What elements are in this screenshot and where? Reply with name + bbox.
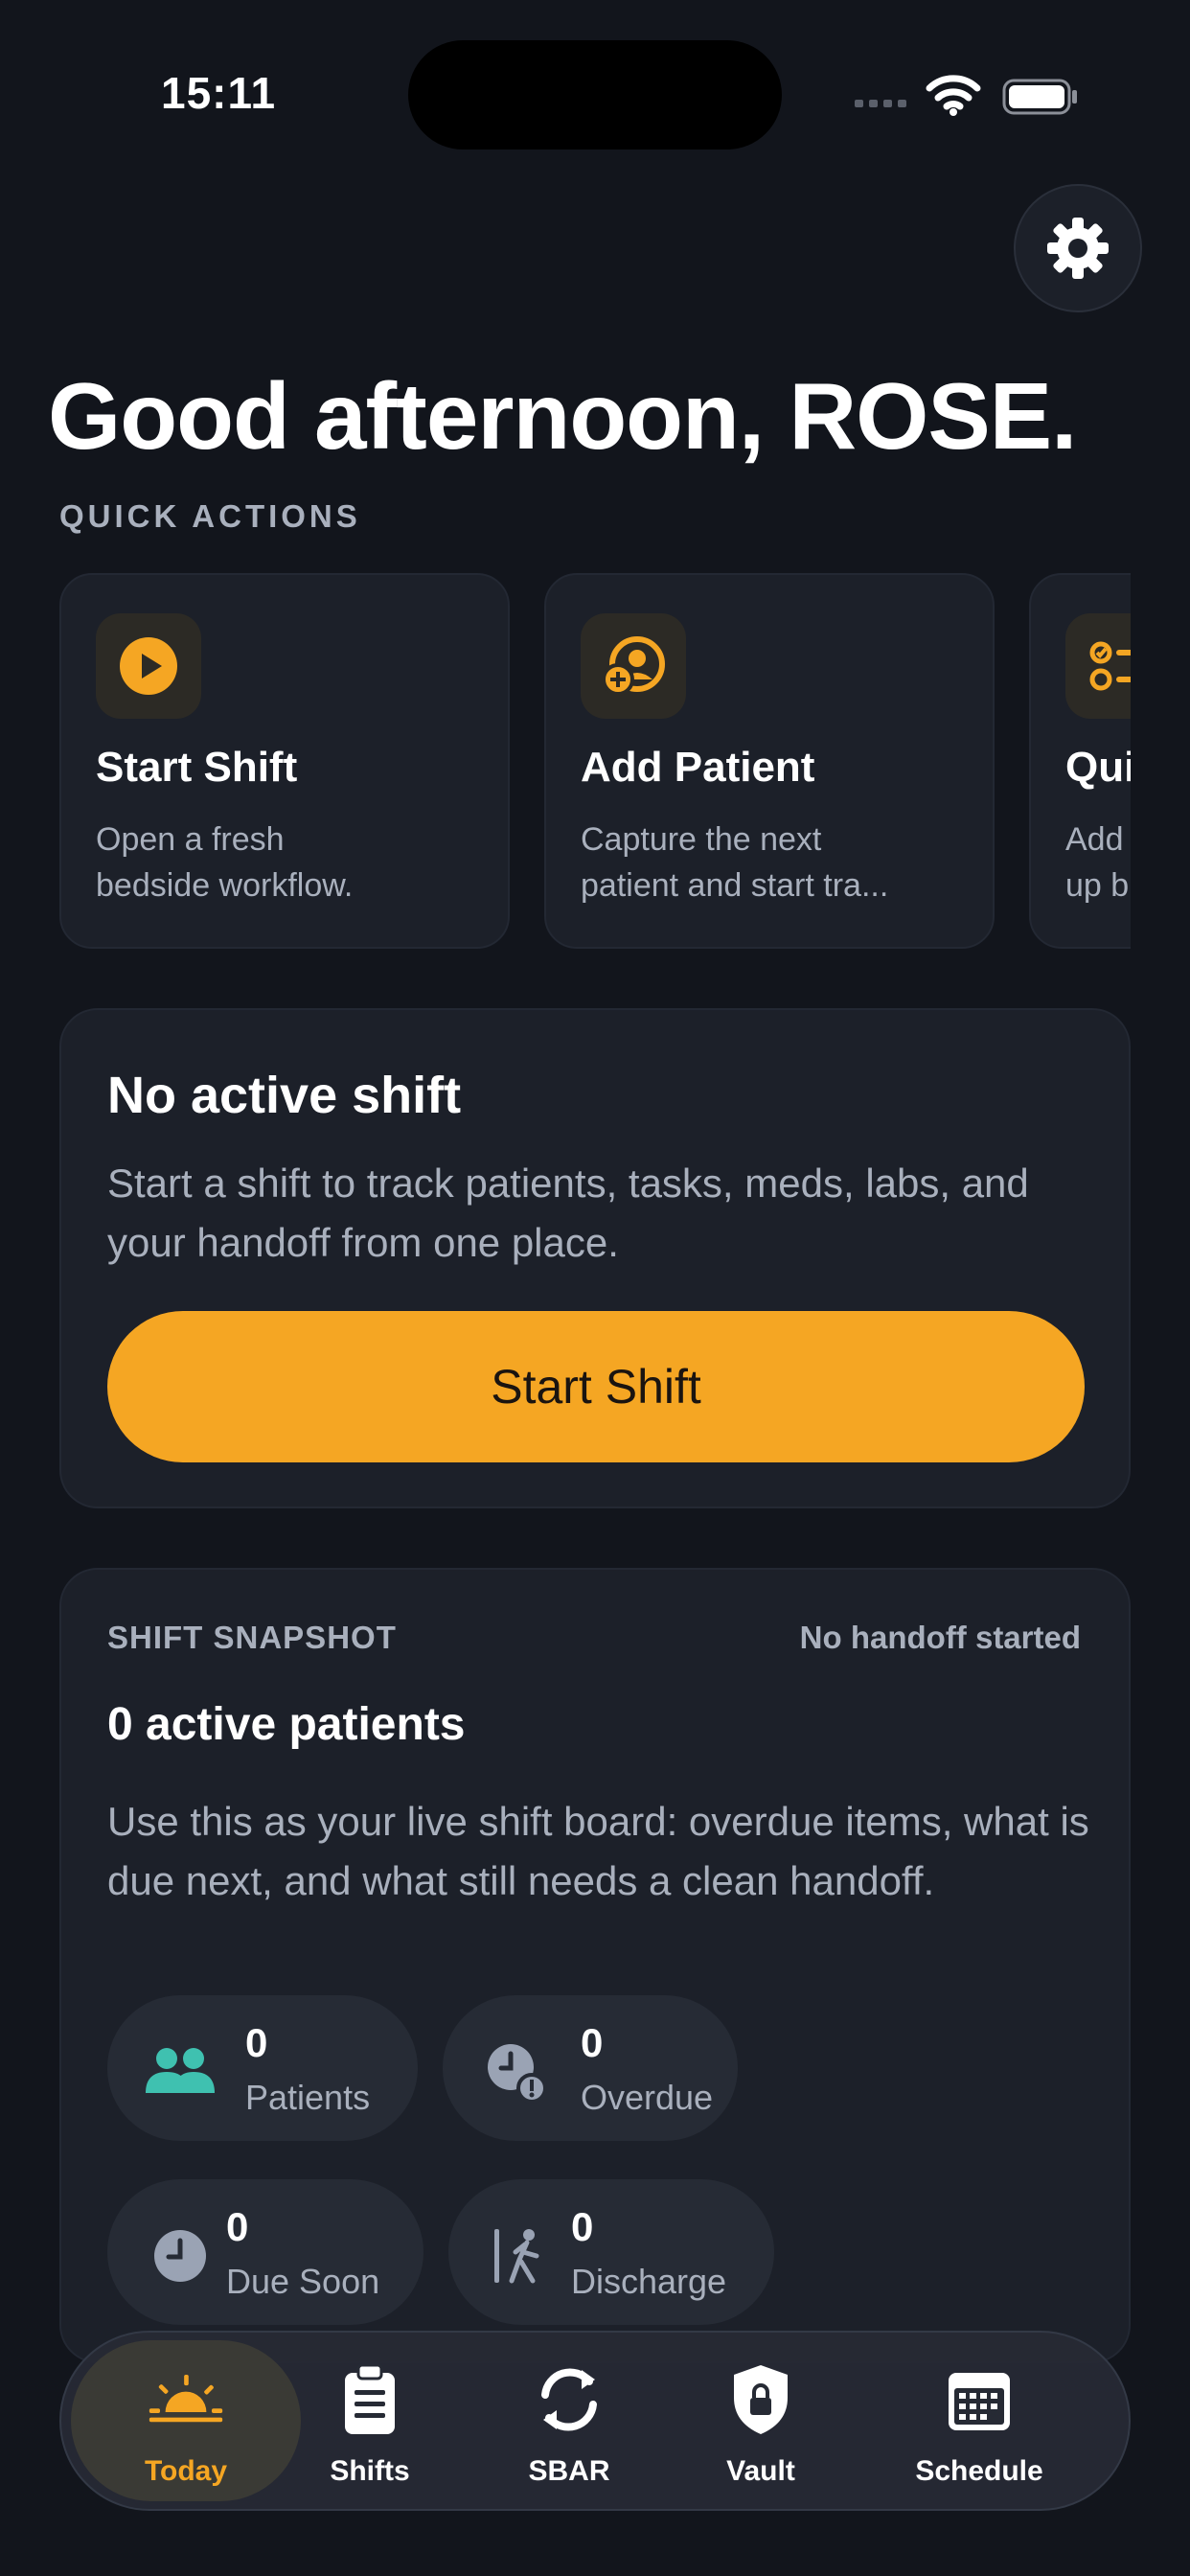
snapshot-description: Use this as your live shift board: overd… <box>107 1799 1089 1903</box>
tab-vault[interactable]: Vault <box>665 2340 857 2501</box>
stat-due-soon[interactable]: 0 Due Soon <box>107 2179 423 2325</box>
handoff-status: No handoff started <box>799 1620 1081 1655</box>
greeting-heading: Good afternoon, ROSE. <box>48 363 1077 469</box>
discharge-icon <box>494 2229 539 2284</box>
people-icon <box>146 2048 215 2093</box>
quick-action-title: Qui <box>1065 744 1131 791</box>
stat-label: Patients <box>245 2078 371 2117</box>
stat-label: Due Soon <box>226 2262 380 2301</box>
sunrise-icon <box>149 2374 223 2423</box>
status-time: 15:11 <box>161 68 277 118</box>
quick-actions-label: QUICK ACTIONS <box>59 498 361 534</box>
dynamic-island <box>408 40 782 150</box>
cellular-signal-icon <box>855 100 912 111</box>
overdue-clock-icon <box>488 2044 547 2104</box>
gear-icon <box>1047 218 1109 279</box>
stat-overdue[interactable]: 0 Overdue <box>443 1995 738 2141</box>
quick-action-desc: Open a fresh bedside workflow. <box>96 821 354 904</box>
snapshot-title: 0 active patients <box>107 1699 466 1750</box>
stat-label: Overdue <box>581 2078 714 2117</box>
clipboard-icon <box>345 2363 395 2434</box>
shift-snapshot-card: SHIFT SNAPSHOT No handoff started 0 acti… <box>59 1568 1131 2363</box>
stat-discharge[interactable]: 0 Discharge <box>448 2179 774 2325</box>
battery-icon <box>1002 79 1077 115</box>
stat-patients[interactable]: 0 Patients <box>107 1995 418 2141</box>
checklist-icon <box>1089 641 1131 691</box>
tab-label: SBAR <box>528 2455 610 2487</box>
tab-bar: Today Shifts SBAR Vault Schedule <box>59 2331 1131 2511</box>
stat-value: 0 <box>581 2020 604 2065</box>
start-shift-button[interactable]: Start Shift <box>107 1311 1085 1462</box>
sync-icon <box>541 2368 597 2431</box>
calendar-icon <box>949 2373 1010 2430</box>
snapshot-label: SHIFT SNAPSHOT <box>107 1620 397 1655</box>
tab-schedule[interactable]: Schedule <box>864 2340 1094 2501</box>
quick-action-title: Start Shift <box>96 744 298 791</box>
quick-action-partial[interactable]: Qui Add up b <box>1029 573 1131 949</box>
tab-shifts[interactable]: Shifts <box>274 2340 466 2501</box>
tab-label: Shifts <box>330 2455 410 2487</box>
tab-label: Today <box>144 2455 228 2487</box>
quick-action-title: Add Patient <box>581 744 815 791</box>
clock-icon <box>154 2230 206 2282</box>
quick-action-add-patient[interactable]: Add Patient Capture the next patient and… <box>544 573 995 949</box>
quick-action-start-shift[interactable]: Start Shift Open a fresh bedside workflo… <box>59 573 510 949</box>
shift-card-title: No active shift <box>107 1067 462 1124</box>
stat-value: 0 <box>571 2204 594 2249</box>
settings-button[interactable] <box>1014 184 1142 312</box>
quick-action-desc: Capture the next patient and start tra..… <box>581 821 889 904</box>
no-active-shift-card: No active shift Start a shift to track p… <box>59 1008 1131 1508</box>
add-patient-icon <box>602 636 665 696</box>
wifi-icon <box>926 75 981 116</box>
shield-lock-icon <box>734 2365 788 2434</box>
stat-label: Discharge <box>571 2262 727 2301</box>
tab-label: Vault <box>726 2455 795 2487</box>
stat-value: 0 <box>245 2020 268 2065</box>
tab-today[interactable]: Today <box>71 2340 301 2501</box>
tab-label: Schedule <box>915 2455 1043 2487</box>
tab-sbar[interactable]: SBAR <box>473 2340 665 2501</box>
quick-actions-carousel[interactable]: Start Shift Open a fresh bedside workflo… <box>0 567 1131 951</box>
quick-action-desc: Add up b <box>1065 821 1130 904</box>
shift-card-description: Start a shift to track patients, tasks, … <box>107 1161 1029 1265</box>
play-icon <box>120 637 177 695</box>
stat-value: 0 <box>226 2204 249 2249</box>
